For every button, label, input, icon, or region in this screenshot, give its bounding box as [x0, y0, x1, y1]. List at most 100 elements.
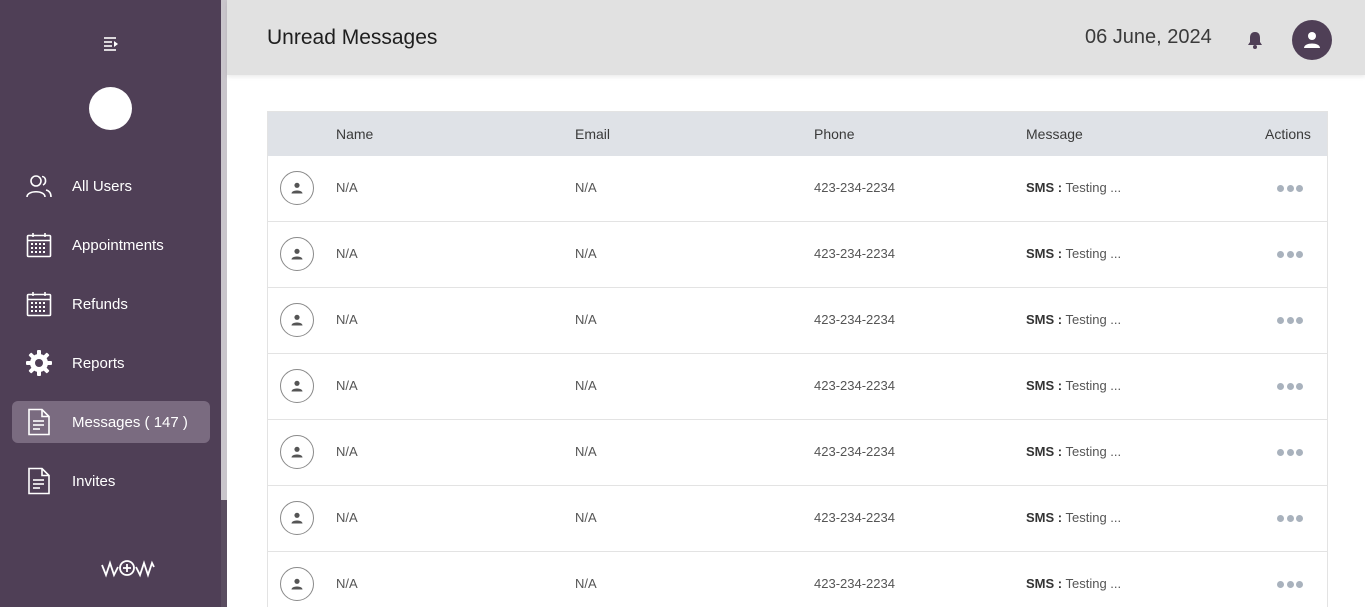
user-avatar-icon [280, 501, 314, 535]
sidebar-item-reports[interactable]: Reports [12, 342, 210, 384]
more-actions-icon[interactable] [1277, 315, 1303, 325]
row-message: SMS : Testing ... [1026, 312, 1121, 327]
row-message: SMS : Testing ... [1026, 180, 1121, 195]
table-row[interactable]: N/A N/A 423-234-2234 SMS : Testing ... [268, 288, 1327, 354]
table-row[interactable]: N/A N/A 423-234-2234 SMS : Testing ... [268, 420, 1327, 486]
row-message: SMS : Testing ... [1026, 444, 1121, 459]
user-avatar-icon [280, 567, 314, 601]
row-name: N/A [336, 312, 358, 327]
user-avatar-icon [280, 303, 314, 337]
message-preview: Testing ... [1062, 444, 1122, 459]
row-phone: 423-234-2234 [814, 312, 895, 327]
row-email: N/A [575, 246, 597, 261]
page-title: Unread Messages [267, 26, 438, 49]
document-icon [24, 407, 54, 437]
gear-icon [24, 348, 54, 378]
logo [89, 87, 132, 130]
row-message: SMS : Testing ... [1026, 510, 1121, 525]
message-type: SMS : [1026, 444, 1063, 459]
user-avatar-icon [280, 369, 314, 403]
table-row[interactable]: N/A N/A 423-234-2234 SMS : Testing ... [268, 552, 1327, 607]
column-header-message: Message [1026, 126, 1083, 142]
row-email: N/A [575, 510, 597, 525]
sidebar-item-label: Appointments [72, 236, 164, 254]
table-header: Name Email Phone Message Actions [268, 112, 1327, 156]
row-name: N/A [336, 180, 358, 195]
sidebar-item-label: Invites [72, 472, 116, 490]
user-avatar-icon [280, 435, 314, 469]
more-actions-icon[interactable] [1277, 249, 1303, 259]
message-type: SMS : [1026, 576, 1063, 591]
sidebar-item-label: Refunds [72, 295, 128, 313]
user-icon [1304, 32, 1320, 48]
column-header-name: Name [336, 126, 374, 142]
table-row[interactable]: N/A N/A 423-234-2234 SMS : Testing ... [268, 222, 1327, 288]
user-avatar-icon [280, 171, 314, 205]
sidebar-item-refunds[interactable]: Refunds [12, 283, 210, 325]
menu-toggle-icon[interactable] [101, 34, 121, 54]
message-preview: Testing ... [1062, 246, 1122, 261]
table-row[interactable]: N/A N/A 423-234-2234 SMS : Testing ... [268, 156, 1327, 222]
message-type: SMS : [1026, 312, 1063, 327]
table-row[interactable]: N/A N/A 423-234-2234 SMS : Testing ... [268, 354, 1327, 420]
row-email: N/A [575, 312, 597, 327]
sidebar-item-appointments[interactable]: Appointments [12, 224, 210, 266]
column-header-actions: Actions [1265, 126, 1311, 142]
row-phone: 423-234-2234 [814, 444, 895, 459]
sidebar-scrollbar[interactable] [221, 0, 227, 607]
user-avatar[interactable] [1292, 20, 1332, 60]
sidebar-item-label: All Users [72, 177, 133, 195]
calendar-icon [24, 230, 54, 260]
row-name: N/A [336, 510, 358, 525]
row-name: N/A [336, 444, 358, 459]
row-email: N/A [575, 180, 597, 195]
calendar-icon [24, 289, 54, 319]
row-phone: 423-234-2234 [814, 510, 895, 525]
table-body: N/A N/A 423-234-2234 SMS : Testing ... N… [268, 156, 1327, 607]
row-email: N/A [575, 444, 597, 459]
row-phone: 423-234-2234 [814, 378, 895, 393]
sidebar-item-invites[interactable]: Invites [12, 460, 210, 502]
sidebar-nav: All Users Appointments Refunds Reports M… [12, 165, 210, 519]
row-phone: 423-234-2234 [814, 180, 895, 195]
row-phone: 423-234-2234 [814, 246, 895, 261]
more-actions-icon[interactable] [1277, 579, 1303, 589]
sidebar-item-label: Reports [72, 354, 125, 372]
current-date: 06 June, 2024 [1085, 26, 1212, 48]
row-message: SMS : Testing ... [1026, 246, 1121, 261]
sidebar-item-all-users[interactable]: All Users [12, 165, 210, 207]
message-type: SMS : [1026, 378, 1063, 393]
message-preview: Testing ... [1062, 378, 1122, 393]
message-type: SMS : [1026, 180, 1063, 195]
sidebar-item-messages[interactable]: Messages ( 147 ) [12, 401, 210, 443]
bell-icon[interactable] [1246, 30, 1266, 50]
more-actions-icon[interactable] [1277, 447, 1303, 457]
more-actions-icon[interactable] [1277, 513, 1303, 523]
row-message: SMS : Testing ... [1026, 378, 1121, 393]
user-avatar-icon [280, 237, 314, 271]
row-message: SMS : Testing ... [1026, 576, 1121, 591]
more-actions-icon[interactable] [1277, 183, 1303, 193]
row-name: N/A [336, 246, 358, 261]
column-header-email: Email [575, 126, 611, 142]
more-actions-icon[interactable] [1277, 381, 1303, 391]
top-header: Unread Messages 06 June, 2024 [227, 0, 1365, 75]
sidebar-item-label: Messages ( 147 ) [72, 413, 188, 431]
message-type: SMS : [1026, 246, 1063, 261]
sidebar: All Users Appointments Refunds Reports M… [0, 0, 221, 607]
column-header-phone: Phone [814, 126, 855, 142]
row-email: N/A [575, 378, 597, 393]
users-icon [24, 171, 54, 201]
row-email: N/A [575, 576, 597, 591]
brand-logo-icon [100, 555, 158, 581]
scrollbar-thumb[interactable] [221, 0, 227, 500]
document-icon [24, 466, 54, 496]
row-name: N/A [336, 576, 358, 591]
messages-table: Name Email Phone Message Actions N/A N/A… [267, 111, 1328, 607]
row-phone: 423-234-2234 [814, 576, 895, 591]
message-preview: Testing ... [1062, 510, 1122, 525]
message-preview: Testing ... [1062, 312, 1122, 327]
table-row[interactable]: N/A N/A 423-234-2234 SMS : Testing ... [268, 486, 1327, 552]
message-preview: Testing ... [1062, 576, 1122, 591]
row-name: N/A [336, 378, 358, 393]
